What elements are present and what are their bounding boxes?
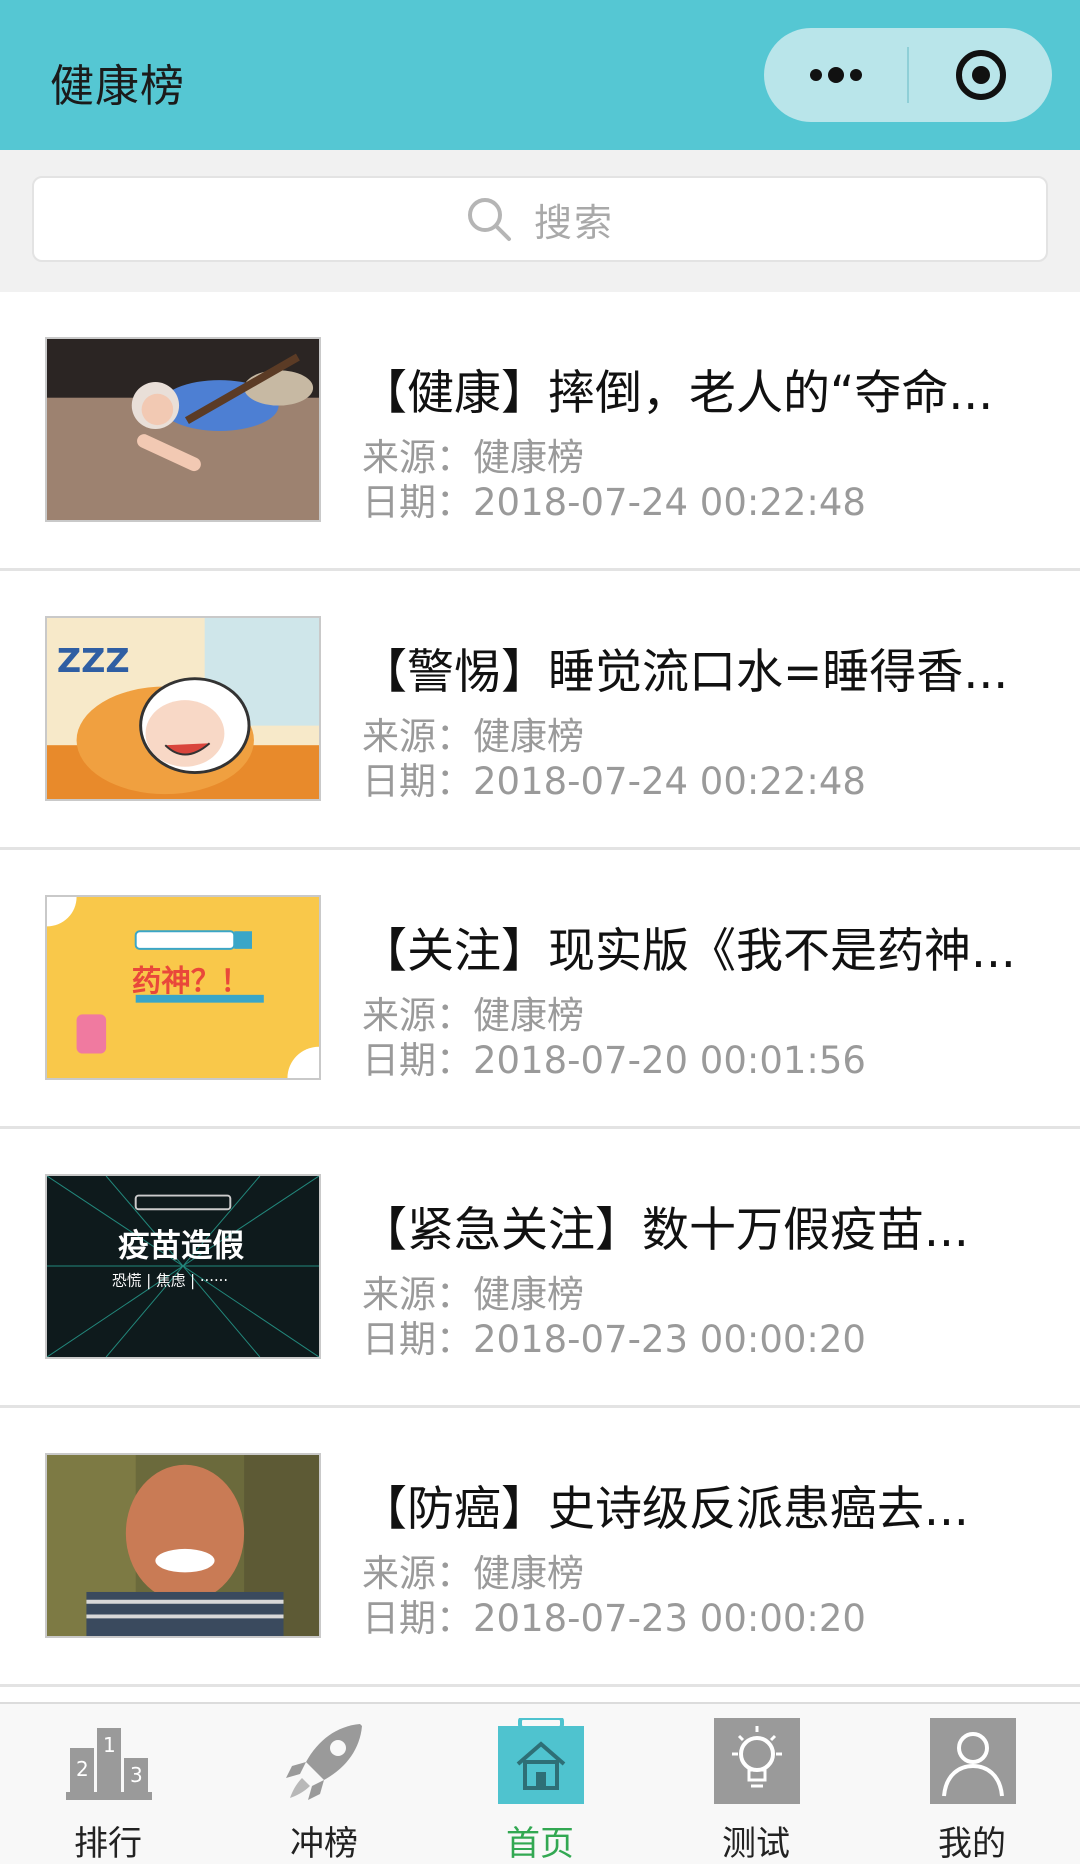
list-item[interactable]: 药神？！ 【关注】现实版《我不是药神... 来源：健康榜 日期：2018-07-… [0, 850, 1080, 1129]
tab-label: 我的 [938, 1824, 1006, 1864]
elderly-fall-image [47, 339, 319, 520]
close-button[interactable] [909, 28, 1052, 122]
list-item[interactable]: 【防癌】史诗级反派患癌去... 来源：健康榜 日期：2018-07-23 00:… [0, 1408, 1080, 1687]
list-item[interactable]: 【健康】摔倒，老人的“夺命... 来源：健康榜 日期：2018-07-24 00… [0, 292, 1080, 571]
svg-text:3: 3 [130, 1763, 143, 1787]
search-input[interactable]: 搜索 [32, 176, 1048, 262]
fake-vaccine-image: 疫苗造假 恐慌 | 焦虑 | ······ [47, 1176, 319, 1357]
thumbnail-subtext: 恐慌 | 焦虑 | ······ [112, 1273, 228, 1290]
list-item[interactable]: 疫苗造假 恐慌 | 焦虑 | ······ 【紧急关注】数十万假疫苗... 来源… [0, 1129, 1080, 1408]
header-bar: 健康榜 [0, 0, 1080, 150]
article-list: 【健康】摔倒，老人的“夺命... 来源：健康榜 日期：2018-07-24 00… [0, 292, 1080, 1687]
search-area: 搜索 [0, 150, 1080, 292]
tab-home[interactable]: 首页 [432, 1704, 648, 1864]
mini-program-capsule [764, 28, 1052, 122]
tab-label: 首页 [506, 1824, 574, 1864]
article-thumbnail: 药神？！ [45, 895, 321, 1080]
article-date: 日期：2018-07-23 00:00:20 [362, 1597, 866, 1640]
more-dots-icon [809, 67, 862, 83]
lightbulb-icon [714, 1718, 800, 1804]
article-thumbnail: 疫苗造假 恐慌 | 焦虑 | ······ [45, 1174, 321, 1359]
more-button[interactable] [764, 28, 907, 122]
article-title: 【紧急关注】数十万假疫苗... [360, 1203, 969, 1258]
bottom-tab-bar: 2 1 3 排行 冲榜 首页 测试 我的 [0, 1702, 1080, 1864]
rocket-icon [286, 1724, 362, 1800]
target-close-icon [955, 50, 1006, 100]
search-placeholder: 搜索 [533, 200, 614, 245]
thumbnail-text: 疫苗造假 [118, 1228, 245, 1264]
smiling-man-image [47, 1455, 319, 1636]
tab-profile[interactable]: 我的 [864, 1704, 1080, 1864]
tab-label: 测试 [722, 1824, 790, 1864]
article-date: 日期：2018-07-20 00:01:56 [362, 1039, 866, 1082]
article-title: 【防癌】史诗级反派患癌去... [360, 1482, 969, 1537]
article-date: 日期：2018-07-23 00:00:20 [362, 1318, 866, 1361]
tab-test[interactable]: 测试 [648, 1704, 864, 1864]
list-item[interactable]: ZZZ 【警惕】睡觉流口水=睡得香... 来源：健康榜 日期：2018-07-2… [0, 571, 1080, 850]
article-title: 【健康】摔倒，老人的“夺命... [360, 366, 994, 421]
article-date: 日期：2018-07-24 00:22:48 [362, 760, 866, 803]
thumbnail-text: 药神？！ [132, 964, 250, 998]
user-icon [930, 1718, 1016, 1804]
svg-text:2: 2 [76, 1757, 89, 1781]
tab-label: 排行 [74, 1824, 142, 1864]
svg-text:ZZZ: ZZZ [57, 641, 130, 680]
svg-text:1: 1 [103, 1733, 116, 1757]
tab-rush[interactable]: 冲榜 [216, 1704, 432, 1864]
search-icon [467, 198, 511, 241]
article-title: 【关注】现实版《我不是药神... [360, 924, 1016, 979]
home-icon [498, 1718, 584, 1804]
tab-label: 冲榜 [290, 1824, 358, 1864]
article-date: 日期：2018-07-24 00:22:48 [362, 481, 866, 524]
tab-ranking[interactable]: 2 1 3 排行 [0, 1704, 216, 1864]
sleeping-cartoon-image: ZZZ [47, 618, 319, 799]
article-thumbnail [45, 337, 321, 522]
medicine-god-image: 药神？！ [47, 897, 319, 1078]
page-title: 健康榜 [50, 61, 185, 112]
article-thumbnail: ZZZ [45, 616, 321, 801]
podium-icon: 2 1 3 [66, 1728, 152, 1800]
article-title: 【警惕】睡觉流口水=睡得香... [360, 645, 1009, 700]
article-thumbnail [45, 1453, 321, 1638]
app-page: 健康榜 搜索 【健康】摔倒，老人的“夺命... 来源：健康榜 日期：2018-0… [0, 0, 1080, 1864]
